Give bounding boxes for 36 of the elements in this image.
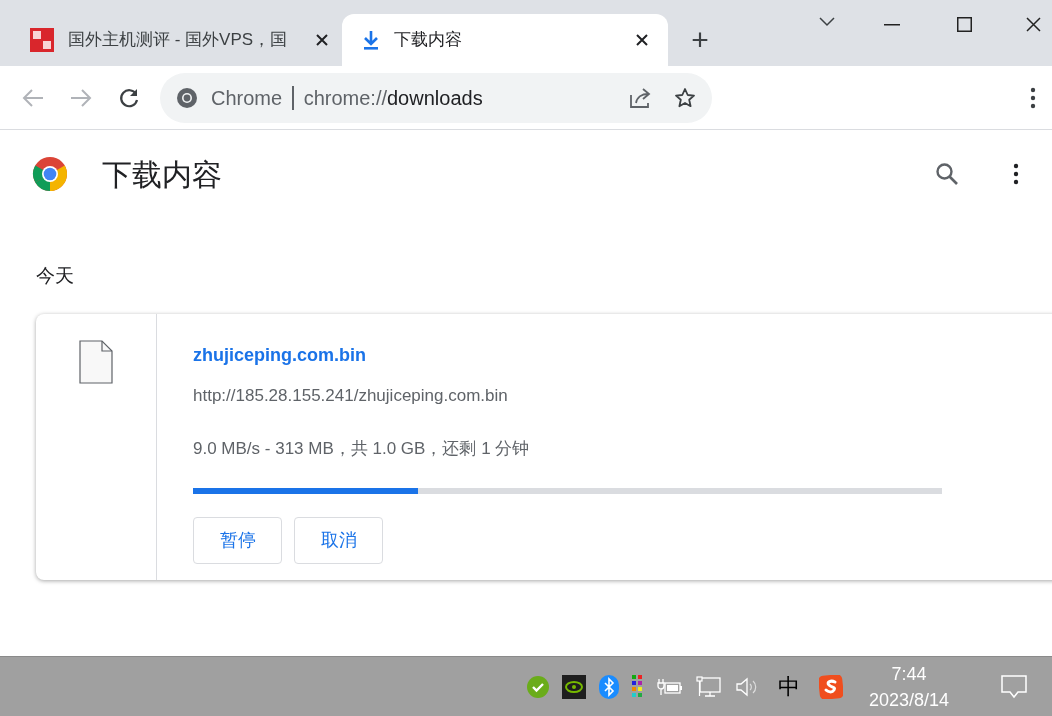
page-title: 下载内容 bbox=[102, 156, 222, 193]
menu-icon[interactable] bbox=[1030, 86, 1036, 109]
search-icon[interactable] bbox=[935, 162, 959, 186]
site-label: Chrome bbox=[211, 85, 283, 111]
close-icon[interactable] bbox=[636, 34, 648, 46]
file-url: http://185.28.155.241/zhujiceping.com.bin bbox=[193, 384, 509, 407]
network-monitor-icon[interactable] bbox=[696, 675, 722, 698]
address-bar[interactable]: Chrome chrome://downloads bbox=[160, 72, 712, 123]
share-icon[interactable] bbox=[628, 86, 652, 109]
date-heading: 今天 bbox=[36, 264, 75, 288]
action-button[interactable]: 暂停 bbox=[193, 516, 282, 564]
reload-icon[interactable] bbox=[118, 86, 140, 109]
site-favicon-icon bbox=[30, 28, 54, 52]
browser-tab[interactable]: 国外主机测评 - 国外VPS，国 bbox=[16, 14, 342, 66]
shield-check-icon[interactable] bbox=[527, 675, 549, 698]
close-icon[interactable] bbox=[316, 34, 328, 46]
browser-tab[interactable]: 下载内容 bbox=[342, 14, 668, 66]
tab-title: 下载内容 bbox=[394, 29, 462, 52]
tab-title: 国外主机测评 - 国外VPS，国 bbox=[68, 29, 288, 52]
download-icon bbox=[362, 30, 380, 50]
new-tab-button[interactable]: + bbox=[684, 24, 716, 56]
file-icon bbox=[79, 339, 113, 384]
close-icon[interactable] bbox=[1026, 17, 1041, 32]
file-name-link[interactable]: zhujiceping.com.bin bbox=[193, 341, 366, 369]
action-button[interactable]: 取消 bbox=[294, 516, 383, 564]
minimize-icon[interactable] bbox=[884, 24, 900, 26]
star-icon[interactable] bbox=[674, 86, 696, 109]
battery-plug-icon[interactable] bbox=[657, 676, 683, 697]
more-icon[interactable] bbox=[1013, 163, 1019, 185]
input-method-indicator[interactable]: 中 bbox=[778, 670, 800, 703]
url-text: chrome://downloads bbox=[303, 85, 483, 111]
input-method-logo-icon[interactable] bbox=[819, 674, 843, 699]
download-status: 9.0 MB/s - 313 MB，共 1.0 GB，还剩 1 分钟 bbox=[193, 438, 531, 460]
color-grid-icon[interactable] bbox=[632, 674, 644, 699]
maximize-icon[interactable] bbox=[957, 17, 972, 32]
bluetooth-icon[interactable] bbox=[599, 674, 619, 699]
